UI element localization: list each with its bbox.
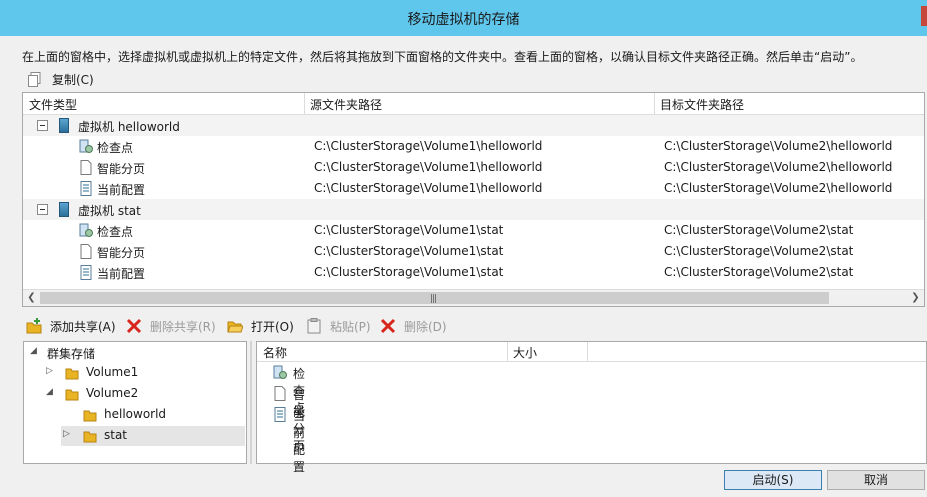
table-row[interactable]: 当前配置 C:\ClusterStorage\Volume1\helloworl… bbox=[23, 178, 924, 199]
scroll-grip-icon: ||| bbox=[430, 294, 437, 304]
tree-node-label: helloworld bbox=[104, 407, 167, 421]
source-path: C:\ClusterStorage\Volume1\helloworld bbox=[314, 139, 543, 153]
paste-icon bbox=[307, 318, 321, 334]
paste-label: 粘贴(P) bbox=[330, 320, 371, 334]
storage-toolbar: 添加共享(A) 删除共享(R) 打开(O) 粘贴(P) 删除(D) bbox=[22, 314, 925, 338]
tree-node-volume1[interactable]: ▷ Volume1 bbox=[24, 363, 246, 383]
scroll-right-icon[interactable]: ❯ bbox=[908, 291, 923, 305]
add-share-label: 添加共享(A) bbox=[50, 320, 116, 334]
target-path: C:\ClusterStorage\Volume2\helloworld bbox=[664, 181, 893, 195]
title-bar: 移动虚拟机的存储 bbox=[0, 0, 927, 36]
folder-icon bbox=[83, 410, 97, 422]
folder-icon bbox=[65, 389, 79, 401]
source-path: C:\ClusterStorage\Volume1\helloworld bbox=[314, 181, 543, 195]
file-type-label: 当前配置 bbox=[97, 267, 146, 281]
file-type-label: 当前配置 bbox=[97, 183, 146, 197]
add-share-icon bbox=[26, 318, 42, 334]
table-row[interactable]: 当前配置 C:\ClusterStorage\Volume1\stat C:\C… bbox=[23, 262, 924, 283]
grid-header: 文件类型 源文件夹路径 目标文件夹路径 bbox=[23, 93, 924, 115]
folder-icon bbox=[83, 431, 97, 443]
column-divider[interactable] bbox=[654, 93, 655, 115]
target-path: C:\ClusterStorage\Volume2\helloworld bbox=[664, 139, 893, 153]
column-divider[interactable] bbox=[507, 342, 508, 362]
config-icon bbox=[80, 181, 92, 196]
expanded-arrow-icon[interactable]: ◢ bbox=[46, 387, 56, 397]
table-row[interactable]: 智能分页 C:\ClusterStorage\Volume1\stat C:\C… bbox=[23, 241, 924, 262]
delete-label: 删除(D) bbox=[404, 320, 447, 334]
vm-group-row[interactable]: 虚拟机 stat bbox=[23, 199, 924, 220]
window-title: 移动虚拟机的存储 bbox=[407, 12, 520, 28]
target-path: C:\ClusterStorage\Volume2\stat bbox=[664, 244, 854, 258]
file-type-label: 检查点 bbox=[97, 225, 134, 239]
copy-button[interactable]: 复制(C) bbox=[52, 71, 94, 88]
column-name[interactable]: 名称 bbox=[263, 344, 287, 361]
file-name: 当前配置 bbox=[293, 409, 306, 474]
source-path: C:\ClusterStorage\Volume1\stat bbox=[314, 223, 504, 237]
source-path: C:\ClusterStorage\Volume1\stat bbox=[314, 265, 504, 279]
horizontal-scrollbar[interactable]: ❮ ||| ❯ bbox=[23, 289, 924, 306]
scroll-left-icon[interactable]: ❮ bbox=[24, 291, 39, 305]
copy-icon bbox=[28, 72, 41, 87]
tree-node-stat[interactable]: ▷ stat bbox=[61, 426, 245, 446]
tree-node-label: stat bbox=[104, 428, 128, 442]
virtual-machine-icon bbox=[59, 118, 69, 133]
target-path: C:\ClusterStorage\Volume2\stat bbox=[664, 223, 854, 237]
open-folder-icon bbox=[227, 321, 243, 333]
config-icon bbox=[274, 407, 286, 422]
remove-share-label: 删除共享(R) bbox=[150, 320, 216, 334]
file-type-label: 检查点 bbox=[97, 141, 134, 155]
vm-group-label: 虚拟机 helloworld bbox=[78, 120, 180, 134]
close-button[interactable] bbox=[921, 6, 927, 26]
table-row[interactable]: 智能分页 C:\ClusterStorage\Volume1\helloworl… bbox=[23, 157, 924, 178]
delete-x-icon bbox=[380, 318, 396, 334]
tree-node-cluster-storage[interactable]: ◢ 群集存储 bbox=[24, 343, 246, 363]
table-row[interactable]: 检查点 C:\ClusterStorage\Volume1\stat C:\Cl… bbox=[23, 220, 924, 241]
column-source-path[interactable]: 源文件夹路径 bbox=[310, 96, 382, 113]
tree-node-label: Volume1 bbox=[86, 365, 139, 379]
file-list-header: 名称 大小 bbox=[257, 342, 926, 362]
checkpoint-icon bbox=[79, 223, 93, 237]
column-target-path[interactable]: 目标文件夹路径 bbox=[660, 96, 744, 113]
tree-node-label: Volume2 bbox=[86, 386, 139, 400]
cancel-button[interactable]: 取消 bbox=[827, 470, 925, 490]
file-icon bbox=[274, 386, 286, 401]
file-type-label: 智能分页 bbox=[97, 246, 146, 260]
tree-node-helloworld[interactable]: helloworld bbox=[24, 405, 246, 425]
file-icon bbox=[80, 160, 92, 175]
instruction-text: 在上面的窗格中，选择虚拟机或虚拟机上的特定文件，然后将其拖放到下面窗格的文件夹中… bbox=[22, 50, 863, 64]
open-label: 打开(O) bbox=[251, 320, 294, 334]
vm-group-label: 虚拟机 stat bbox=[78, 204, 141, 218]
column-divider[interactable] bbox=[304, 93, 305, 115]
delete-x-icon bbox=[126, 318, 142, 334]
collapse-toggle[interactable] bbox=[37, 120, 48, 131]
target-path: C:\ClusterStorage\Volume2\helloworld bbox=[664, 160, 893, 174]
source-path: C:\ClusterStorage\Volume1\stat bbox=[314, 244, 504, 258]
target-path: C:\ClusterStorage\Volume2\stat bbox=[664, 265, 854, 279]
tree-node-label: 群集存储 bbox=[47, 347, 96, 361]
file-icon bbox=[80, 244, 92, 259]
folder-icon bbox=[65, 368, 79, 380]
storage-tree: ◢ 群集存储 ▷ Volume1 ◢ Volume2 helloworld ▷ … bbox=[23, 341, 247, 464]
pane-splitter[interactable] bbox=[248, 341, 255, 464]
table-row[interactable]: 检查点 C:\ClusterStorage\Volume1\helloworld… bbox=[23, 136, 924, 157]
virtual-machine-icon bbox=[59, 202, 69, 217]
checkpoint-icon bbox=[273, 365, 287, 379]
config-icon bbox=[80, 265, 92, 280]
column-size[interactable]: 大小 bbox=[513, 344, 537, 361]
vm-group-row[interactable]: 虚拟机 helloworld bbox=[23, 115, 924, 136]
move-items-grid: 文件类型 源文件夹路径 目标文件夹路径 虚拟机 helloworld 检查点 C… bbox=[22, 92, 925, 307]
column-divider[interactable] bbox=[587, 342, 588, 362]
source-path: C:\ClusterStorage\Volume1\helloworld bbox=[314, 160, 543, 174]
file-type-label: 智能分页 bbox=[97, 162, 146, 176]
tree-node-volume2[interactable]: ◢ Volume2 bbox=[24, 384, 246, 404]
collapsed-arrow-icon[interactable]: ▷ bbox=[46, 366, 56, 376]
copy-bar: 复制(C) bbox=[22, 68, 925, 92]
checkpoint-icon bbox=[79, 139, 93, 153]
collapsed-arrow-icon[interactable]: ▷ bbox=[63, 429, 73, 439]
collapse-toggle[interactable] bbox=[37, 204, 48, 215]
file-list: 名称 大小 检查点 智能分页 当前配置 bbox=[256, 341, 927, 474]
expanded-arrow-icon[interactable]: ◢ bbox=[30, 346, 40, 356]
column-file-type[interactable]: 文件类型 bbox=[29, 96, 77, 113]
start-button[interactable]: 启动(S) bbox=[724, 470, 822, 490]
